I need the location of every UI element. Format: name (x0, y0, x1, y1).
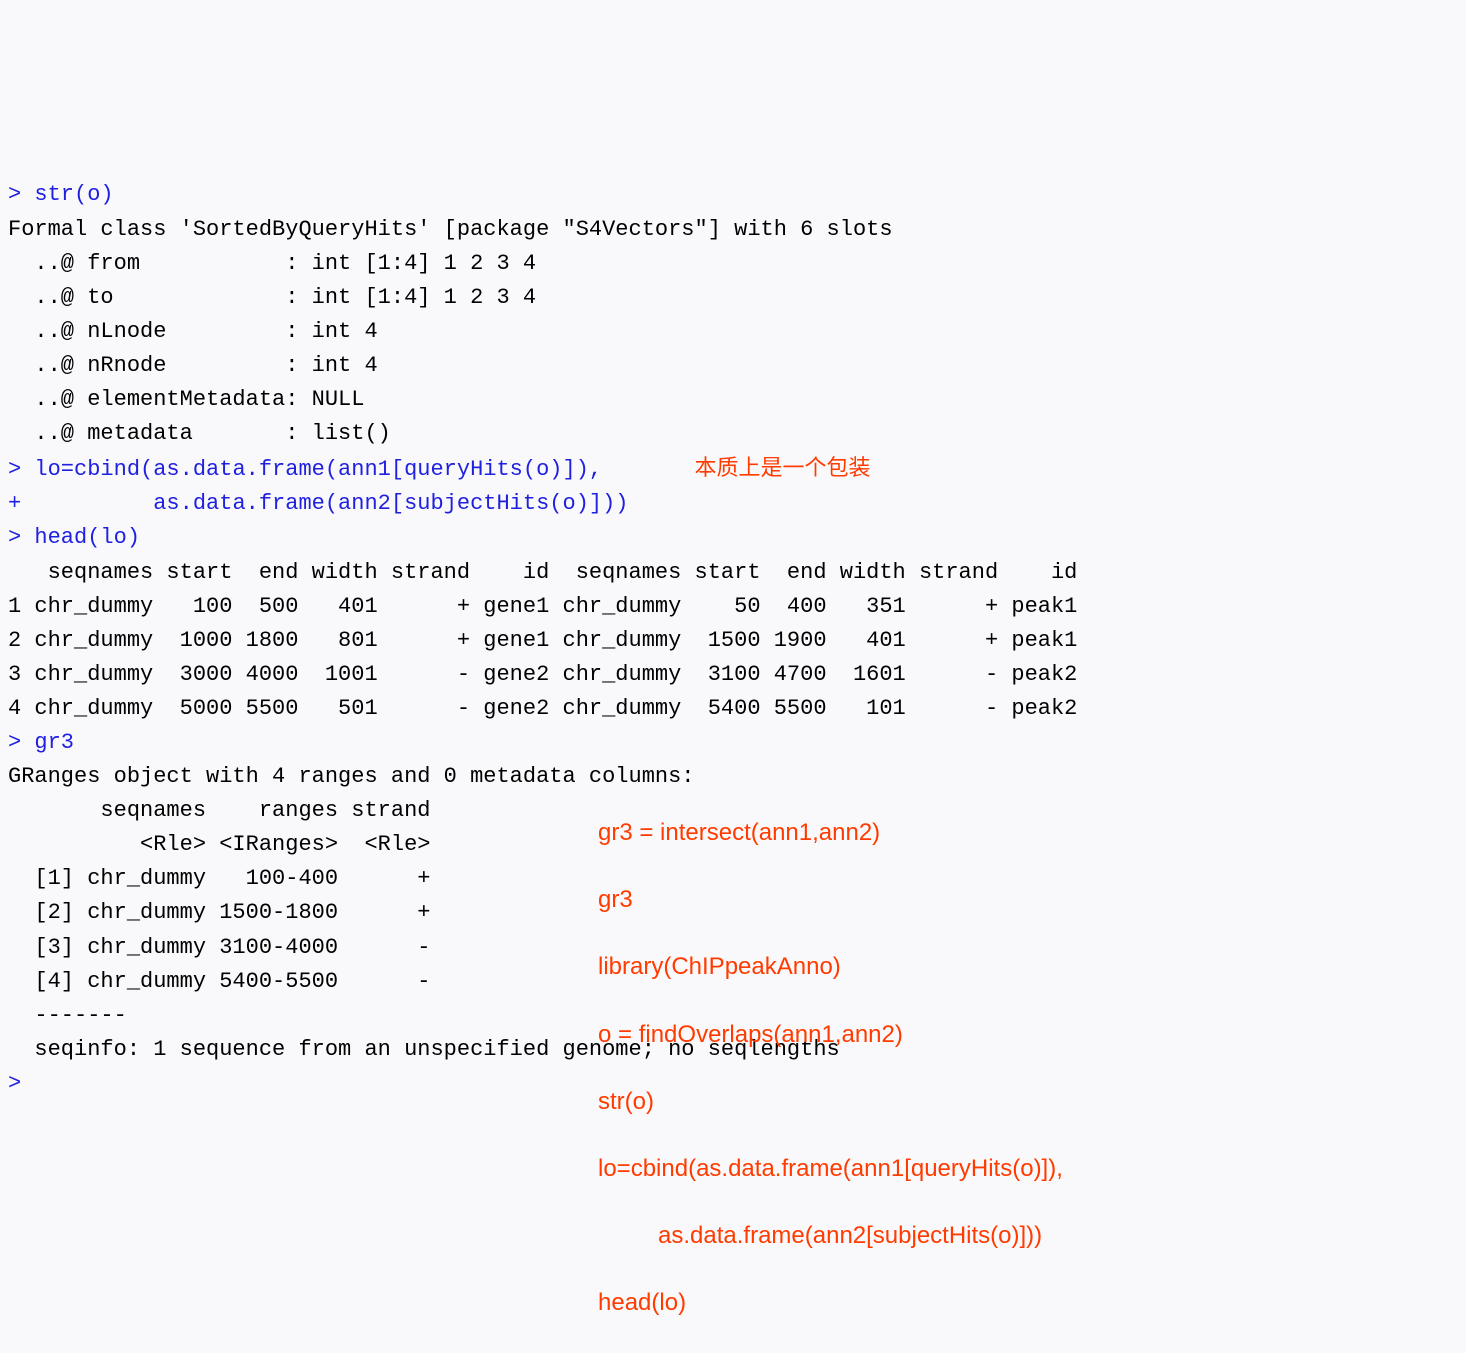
console-input: lo=cbind(as.data.frame(ann1[queryHits(o)… (34, 457, 602, 482)
annotation-line: library(ChIPpeakAnno) (598, 950, 1063, 984)
console-output: ..@ metadata : list() (8, 421, 391, 446)
console-input: str(o) (34, 182, 113, 207)
prompt: > (8, 525, 21, 550)
annotation-line: gr3 (598, 883, 1063, 917)
table-row: [1] chr_dummy 100-400 + (8, 866, 430, 891)
annotation-line: str(o) (598, 1085, 1063, 1119)
prompt: > (8, 457, 21, 482)
annotation-line: gr3 = intersect(ann1,ann2) (598, 816, 1063, 850)
annotation-line: head(lo) (598, 1286, 1063, 1320)
console-output: ------- (8, 1003, 127, 1028)
prompt: > (8, 730, 21, 755)
prompt: > (8, 182, 21, 207)
table-row: 2 chr_dummy 1000 1800 801 + gene1 chr_du… (8, 628, 1077, 653)
console-output: ..@ elementMetadata: NULL (8, 387, 364, 412)
annotation-text: 本质上是一个包装 (695, 455, 871, 480)
prompt: > (8, 1071, 21, 1096)
table-row: [4] chr_dummy 5400-5500 - (8, 969, 430, 994)
console-output: Formal class 'SortedByQueryHits' [packag… (8, 217, 893, 242)
table-row: 1 chr_dummy 100 500 401 + gene1 chr_dumm… (8, 594, 1077, 619)
console-output: ..@ nLnode : int 4 (8, 319, 378, 344)
console-input: gr3 (34, 730, 74, 755)
table-row: 4 chr_dummy 5000 5500 501 - gene2 chr_du… (8, 696, 1077, 721)
table-header: <Rle> <IRanges> <Rle> (8, 832, 430, 857)
console-output: ..@ nRnode : int 4 (8, 353, 378, 378)
annotation-line: o = findOverlaps(ann1,ann2) (598, 1018, 1063, 1052)
continuation-prompt: + (8, 491, 21, 516)
console-output: ..@ from : int [1:4] 1 2 3 4 (8, 251, 536, 276)
table-header: seqnames start end width strand id seqna… (8, 560, 1077, 585)
annotation-line: as.data.frame(ann2[subjectHits(o)])) (598, 1219, 1063, 1253)
annotation-code-block: gr3 = intersect(ann1,ann2) gr3 library(C… (598, 782, 1063, 1353)
annotation-line: lo=cbind(as.data.frame(ann1[queryHits(o)… (598, 1152, 1063, 1186)
console-input: head(lo) (34, 525, 140, 550)
table-row: [2] chr_dummy 1500-1800 + (8, 900, 430, 925)
console-input: as.data.frame(ann2[subjectHits(o)])) (34, 491, 628, 516)
console-output: ..@ to : int [1:4] 1 2 3 4 (8, 285, 536, 310)
table-row: [3] chr_dummy 3100-4000 - (8, 935, 430, 960)
table-header: seqnames ranges strand (8, 798, 430, 823)
table-row: 3 chr_dummy 3000 4000 1001 - gene2 chr_d… (8, 662, 1077, 687)
r-console[interactable]: > str(o) Formal class 'SortedByQueryHits… (8, 144, 1458, 1169)
console-output: GRanges object with 4 ranges and 0 metad… (8, 764, 695, 789)
